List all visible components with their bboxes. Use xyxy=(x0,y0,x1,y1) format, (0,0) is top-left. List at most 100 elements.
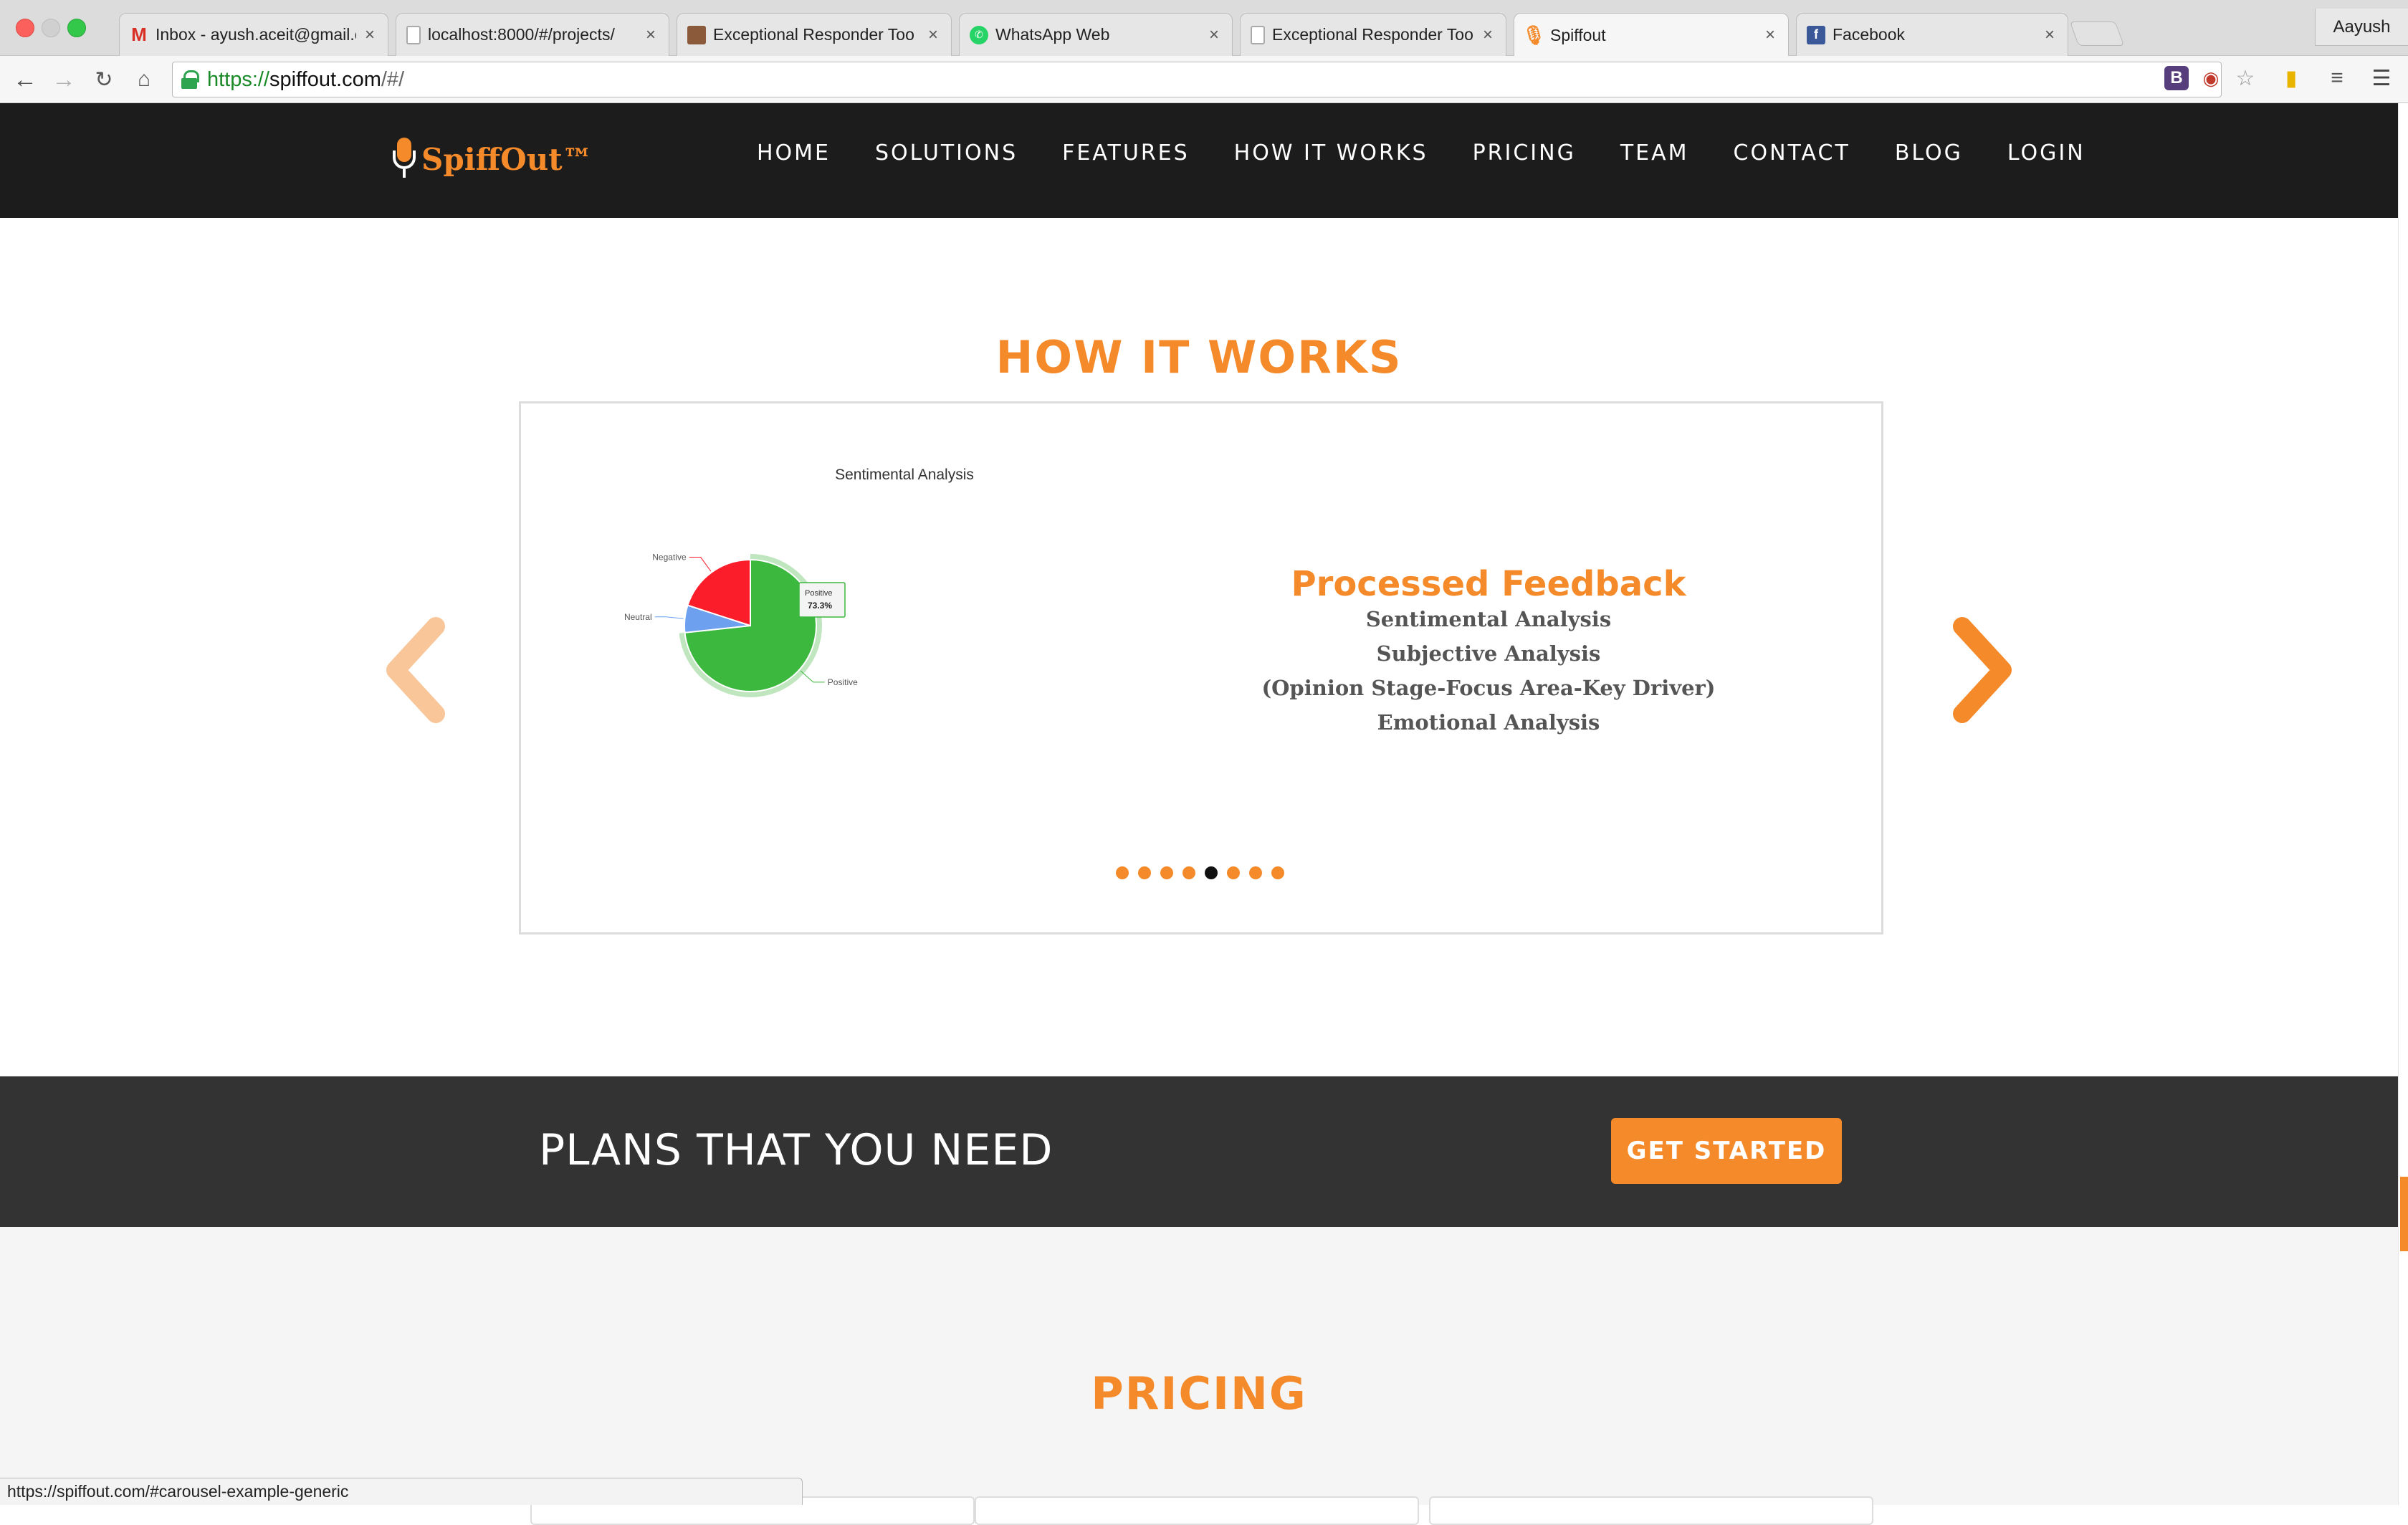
browser-tab-responder-1[interactable]: Exceptional Responder Too × xyxy=(677,13,952,56)
close-tab-icon[interactable]: × xyxy=(1206,25,1222,45)
nav-login[interactable]: LOGIN xyxy=(2007,140,2086,166)
browser-toolbar: ← → ↻ ⌂ https://spiffout.com/#/ B ◉ ☆ ▮ … xyxy=(0,56,2408,103)
microphone-icon xyxy=(393,138,416,181)
browser-tab-strip: M Inbox - ayush.aceit@gmail.c × localhos… xyxy=(0,0,2408,57)
carousel-indicator-dot[interactable] xyxy=(1205,866,1218,879)
carousel-prev-arrow-icon[interactable] xyxy=(380,616,452,724)
carousel-indicator-dot[interactable] xyxy=(1271,866,1284,879)
address-bar[interactable]: https://spiffout.com/#/ xyxy=(172,62,2222,97)
close-window-button[interactable] xyxy=(16,19,34,37)
main-nav: HOME SOLUTIONS FEATURES HOW IT WORKS PRI… xyxy=(757,140,2086,166)
pie-label-leader xyxy=(689,557,712,572)
carousel-next-arrow-icon[interactable] xyxy=(1946,616,2018,724)
image-icon xyxy=(687,25,706,44)
browser-tab-responder-2[interactable]: Exceptional Responder Too × xyxy=(1240,13,1506,56)
url-path: /#/ xyxy=(381,67,405,91)
close-tab-icon[interactable]: × xyxy=(1762,25,1778,45)
forward-arrow-icon[interactable]: → xyxy=(49,64,79,95)
chart-tooltip: Positive 73.3% xyxy=(798,582,846,618)
carousel-indicator-dot[interactable] xyxy=(1138,866,1151,879)
carousel-indicator-dot[interactable] xyxy=(1227,866,1240,879)
bootstrap-extension-icon[interactable]: B xyxy=(2164,66,2189,90)
profile-button[interactable]: Aayush xyxy=(2315,9,2408,46)
tooltip-label: Positive xyxy=(805,589,833,598)
url-host: spiffout.com xyxy=(269,67,381,91)
close-tab-icon[interactable]: × xyxy=(643,25,659,45)
pie-label-leader xyxy=(654,616,684,619)
browser-tab-whatsapp[interactable]: ✆ WhatsApp Web × xyxy=(959,13,1233,56)
how-it-works-title: HOW IT WORKS xyxy=(995,331,1403,383)
microphone-icon: 🎙 xyxy=(1521,24,1546,46)
whatsapp-icon: ✆ xyxy=(970,25,988,44)
carousel-indicator-dot[interactable] xyxy=(1249,866,1262,879)
tab-title: Exceptional Responder Too xyxy=(713,25,914,44)
nav-solutions[interactable]: SOLUTIONS xyxy=(875,140,1018,166)
tab-title: Facebook xyxy=(1833,25,1906,44)
tab-title: Spiffout xyxy=(1550,25,1606,44)
tooltip-value: 73.3% xyxy=(808,601,832,611)
page-scrollbar[interactable] xyxy=(2398,103,2408,1505)
tab-title: localhost:8000/#/projects/ xyxy=(428,25,615,44)
slide-heading: Processed Feedback xyxy=(1291,564,1686,604)
extension-icon[interactable]: ≡ xyxy=(2322,63,2352,93)
carousel-indicator-dot[interactable] xyxy=(1160,866,1173,879)
tab-title: Exceptional Responder Too xyxy=(1272,25,1473,44)
gmail-icon: M xyxy=(131,24,147,45)
browser-tab-facebook[interactable]: f Facebook × xyxy=(1796,13,2068,56)
tab-title: WhatsApp Web xyxy=(995,25,1110,44)
nav-team[interactable]: TEAM xyxy=(1620,140,1689,166)
new-tab-button[interactable] xyxy=(2069,21,2125,46)
browser-tab-spiffout[interactable]: 🎙 Spiffout × xyxy=(1514,13,1789,57)
facebook-icon: f xyxy=(1807,25,1825,44)
slide-line: Emotional Analysis xyxy=(1377,710,1600,735)
slide-line: (Opinion Stage-Focus Area-Key Driver) xyxy=(1261,676,1716,700)
nav-features[interactable]: FEATURES xyxy=(1062,140,1190,166)
carousel-indicator-dot[interactable] xyxy=(1182,866,1195,879)
tab-title: Inbox - ayush.aceit@gmail.c xyxy=(156,25,356,44)
slide-line: Subjective Analysis xyxy=(1376,641,1601,666)
sentiment-pie-chart[interactable]: Positive Neutral Negative Positive 73.3% xyxy=(621,482,879,755)
logo-text: SpiffOut™ xyxy=(421,141,593,177)
slide-line: Sentimental Analysis xyxy=(1365,607,1612,631)
pie-slice-label: Negative xyxy=(652,553,687,563)
pricing-title: PRICING xyxy=(1091,1367,1307,1420)
scrollbar-thumb[interactable] xyxy=(2400,1177,2408,1251)
pricing-section xyxy=(0,1227,2398,1505)
chart-title: Sentimental Analysis xyxy=(835,467,974,483)
pricing-card xyxy=(1429,1496,1873,1525)
reload-icon[interactable]: ↻ xyxy=(89,64,119,95)
plans-band: PLANS THAT YOU NEED GET STARTED xyxy=(0,1076,2398,1227)
browser-tab-localhost[interactable]: localhost:8000/#/projects/ × xyxy=(396,13,669,56)
nav-how-it-works[interactable]: HOW IT WORKS xyxy=(1234,140,1428,166)
nav-pricing[interactable]: PRICING xyxy=(1473,140,1576,166)
pie-slice-label: Positive xyxy=(828,677,858,687)
browser-tab-gmail[interactable]: M Inbox - ayush.aceit@gmail.c × xyxy=(119,13,388,56)
back-arrow-icon[interactable]: ← xyxy=(10,64,40,95)
carousel-indicator-dot[interactable] xyxy=(1116,866,1129,879)
pie-slice-label: Neutral xyxy=(624,612,652,622)
nav-contact[interactable]: CONTACT xyxy=(1734,140,1850,166)
lock-icon xyxy=(181,70,199,89)
extension-icon[interactable]: ▮ xyxy=(2276,63,2306,93)
carousel: Sentimental Analysis Positive Neutral Nega… xyxy=(519,401,1883,934)
close-tab-icon[interactable]: × xyxy=(1480,25,1496,45)
get-started-button[interactable]: GET STARTED xyxy=(1611,1118,1842,1184)
site-header: SpiffOut™ HOME SOLUTIONS FEATURES HOW IT… xyxy=(0,103,2398,218)
menu-icon[interactable]: ☰ xyxy=(2366,63,2397,93)
home-icon[interactable]: ⌂ xyxy=(129,64,159,95)
bookmark-star-icon[interactable]: ☆ xyxy=(2230,63,2260,93)
url-scheme: https:// xyxy=(207,67,270,91)
nav-blog[interactable]: BLOG xyxy=(1895,140,1963,166)
maximize-window-button[interactable] xyxy=(67,19,86,37)
nav-home[interactable]: HOME xyxy=(757,140,831,166)
plans-heading: PLANS THAT YOU NEED xyxy=(539,1125,1054,1175)
close-tab-icon[interactable]: × xyxy=(362,25,378,45)
carousel-indicators xyxy=(1116,866,1284,879)
document-icon xyxy=(1251,25,1265,44)
extension-icon[interactable]: ◉ xyxy=(2196,63,2226,93)
close-tab-icon[interactable]: × xyxy=(2042,25,2058,45)
minimize-window-button[interactable] xyxy=(42,19,60,37)
spiffout-logo[interactable]: SpiffOut™ xyxy=(393,138,593,181)
close-tab-icon[interactable]: × xyxy=(925,25,941,45)
status-bar-url: https://spiffout.com/#carousel-example-g… xyxy=(0,1478,803,1505)
